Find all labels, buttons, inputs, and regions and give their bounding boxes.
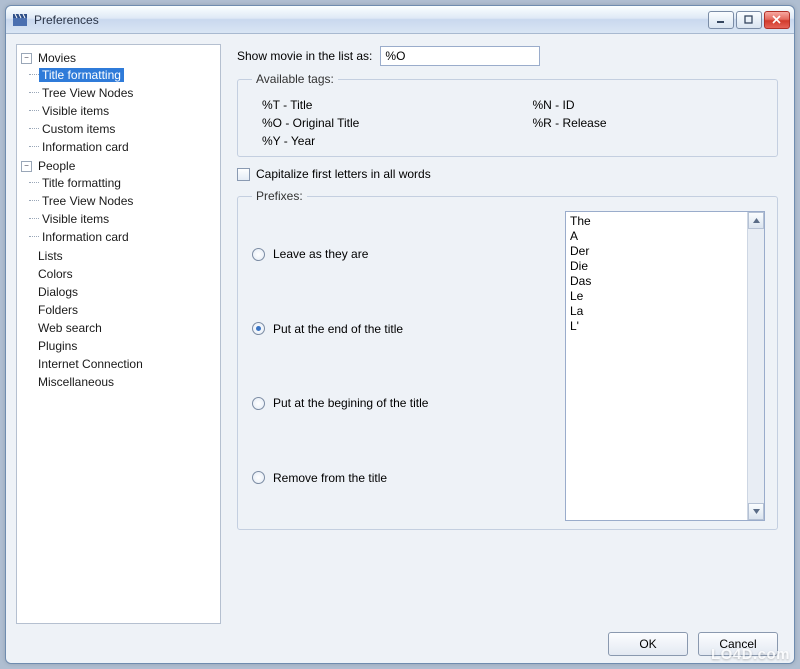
available-tags-group: Available tags: %T - Title %N - ID %O - … — [237, 72, 778, 157]
titlebar[interactable]: Preferences — [6, 6, 794, 34]
scroll-up-icon[interactable] — [748, 212, 764, 229]
expand-toggle-icon[interactable]: − — [21, 53, 32, 64]
list-item[interactable]: A — [570, 229, 760, 244]
prefix-listbox[interactable]: The A Der Die Das Le La L' — [565, 211, 765, 521]
list-item[interactable]: The — [570, 214, 760, 229]
prefixes-group: Prefixes: Leave as they are Put at the e… — [237, 189, 778, 530]
tree-node-movies-visible-items[interactable]: Visible items — [39, 104, 112, 118]
tree-node-dialogs[interactable]: Dialogs — [35, 285, 81, 299]
list-item[interactable]: L' — [570, 319, 760, 334]
expand-toggle-icon[interactable]: − — [21, 161, 32, 172]
scrollbar[interactable] — [747, 212, 764, 520]
list-item[interactable]: La — [570, 304, 760, 319]
tag-title: %T - Title — [262, 98, 493, 112]
minimize-button[interactable] — [708, 11, 734, 29]
tree-node-internet-connection[interactable]: Internet Connection — [35, 357, 146, 371]
close-button[interactable] — [764, 11, 790, 29]
radio-put-begin-label: Put at the begining of the title — [273, 396, 428, 410]
window-title: Preferences — [34, 13, 708, 27]
ok-button[interactable]: OK — [608, 632, 688, 656]
tree-node-colors[interactable]: Colors — [35, 267, 76, 281]
show-as-input[interactable] — [380, 46, 540, 66]
available-tags-legend: Available tags: — [252, 72, 338, 86]
list-item[interactable]: Le — [570, 289, 760, 304]
tree-node-plugins[interactable]: Plugins — [35, 339, 80, 353]
tree-node-miscellaneous[interactable]: Miscellaneous — [35, 375, 117, 389]
tree-node-movies-custom-items[interactable]: Custom items — [39, 122, 118, 136]
capitalize-checkbox[interactable] — [237, 168, 250, 181]
radio-put-end[interactable] — [252, 322, 265, 335]
clapperboard-icon — [12, 12, 28, 28]
tree-node-people-tree-view-nodes[interactable]: Tree View Nodes — [39, 194, 136, 208]
scroll-down-icon[interactable] — [748, 503, 764, 520]
prefixes-legend: Prefixes: — [252, 189, 307, 203]
cancel-button[interactable]: Cancel — [698, 632, 778, 656]
capitalize-label: Capitalize first letters in all words — [256, 167, 431, 181]
radio-remove[interactable] — [252, 471, 265, 484]
radio-put-end-label: Put at the end of the title — [273, 322, 403, 336]
tag-id: %N - ID — [533, 98, 764, 112]
tree-node-movies[interactable]: Movies — [35, 51, 79, 65]
tree-node-people[interactable]: People — [35, 159, 78, 173]
tag-year: %Y - Year — [262, 134, 493, 148]
tag-release: %R - Release — [533, 116, 764, 130]
maximize-button[interactable] — [736, 11, 762, 29]
settings-panel: Show movie in the list as: Available tag… — [235, 44, 784, 624]
tree-node-people-title-formatting[interactable]: Title formatting — [39, 176, 124, 190]
tree-node-movies-tree-view-nodes[interactable]: Tree View Nodes — [39, 86, 136, 100]
list-item[interactable]: Das — [570, 274, 760, 289]
category-tree[interactable]: − Movies Title formatting Tree View Node… — [16, 44, 221, 624]
preferences-window: Preferences − — [5, 5, 795, 664]
tree-node-web-search[interactable]: Web search — [35, 321, 105, 335]
tree-node-people-visible-items[interactable]: Visible items — [39, 212, 112, 226]
radio-leave-as-they-are[interactable] — [252, 248, 265, 261]
show-as-label: Show movie in the list as: — [237, 49, 372, 63]
tree-node-lists[interactable]: Lists — [35, 249, 66, 263]
radio-remove-label: Remove from the title — [273, 471, 387, 485]
tree-node-folders[interactable]: Folders — [35, 303, 81, 317]
radio-leave-label: Leave as they are — [273, 247, 368, 261]
tree-node-people-information-card[interactable]: Information card — [39, 230, 132, 244]
list-item[interactable]: Der — [570, 244, 760, 259]
tree-node-movies-information-card[interactable]: Information card — [39, 140, 132, 154]
radio-put-begin[interactable] — [252, 397, 265, 410]
tag-original-title: %O - Original Title — [262, 116, 493, 130]
tree-node-movies-title-formatting[interactable]: Title formatting — [39, 68, 124, 82]
list-item[interactable]: Die — [570, 259, 760, 274]
